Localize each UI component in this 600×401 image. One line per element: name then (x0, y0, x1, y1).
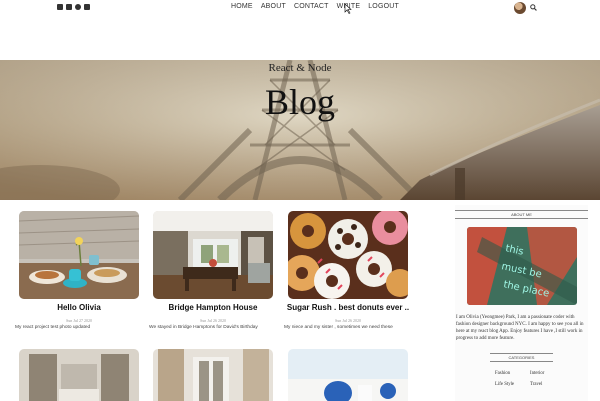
post-date: Sun Jul 26 2020 (335, 318, 361, 323)
post-image-bedroom[interactable] (19, 349, 139, 401)
nav-home[interactable]: HOME (231, 3, 253, 10)
post-title[interactable]: Bridge Hampton House (141, 303, 285, 312)
avatar[interactable] (514, 2, 526, 14)
categories-title: CATEGORIES (490, 353, 553, 362)
nav-contact[interactable]: CONTACT (294, 3, 329, 10)
social-icons (57, 4, 90, 10)
category-interior[interactable]: Interior (530, 371, 565, 376)
mouse-cursor-icon (344, 4, 352, 14)
post-image-house[interactable] (153, 211, 273, 299)
category-travel[interactable]: Travel (530, 382, 565, 387)
category-fashion[interactable]: Fashion (495, 371, 530, 376)
sidebar: ABOUT ME this must be the place I am Oli… (455, 205, 588, 401)
post-card[interactable] (19, 349, 139, 401)
top-navbar: HOME ABOUT CONTACT WRITE LOGOUT (0, 0, 600, 16)
post-image-interior[interactable] (153, 349, 273, 401)
post-date: Sun Jul 27 2020 (66, 318, 92, 323)
categories-list: Fashion Interior Life Style Travel (495, 371, 565, 387)
main-nav: HOME ABOUT CONTACT WRITE LOGOUT (231, 3, 399, 10)
about-me-text: I am Olivia (Yeongmee) Park, I am a pass… (456, 315, 584, 341)
about-me-title: ABOUT ME (455, 210, 588, 219)
neon-sign-image: this must be the place (467, 227, 577, 305)
post-card[interactable]: Hello Olivia Sun Jul 27 2020 My react pr… (15, 211, 139, 330)
post-card[interactable] (153, 349, 273, 401)
header-hero: React & Node Blog (0, 60, 600, 200)
pinterest-icon[interactable] (75, 4, 81, 10)
post-card[interactable]: Sugar Rush . best donuts ever .. Sun Jul… (284, 211, 409, 330)
post-description: We stayed in Bridge Hamptons for David's… (149, 325, 258, 330)
post-date: Sun Jul 26 2020 (200, 318, 226, 323)
nav-about[interactable]: ABOUT (261, 3, 286, 10)
post-title[interactable]: Sugar Rush . best donuts ever .. (276, 303, 420, 312)
post-card[interactable] (288, 349, 408, 401)
facebook-icon[interactable] (57, 4, 63, 10)
search-icon[interactable] (530, 4, 537, 11)
post-card[interactable]: Bridge Hampton House Sun Jul 26 2020 We … (149, 211, 273, 330)
post-image-santorini[interactable] (288, 349, 408, 401)
instagram-icon[interactable] (84, 4, 90, 10)
post-image-tea[interactable] (19, 211, 139, 299)
post-description: My niece and my sister , sometimes we ne… (284, 325, 393, 330)
post-title[interactable]: Hello Olivia (7, 303, 151, 312)
header-subtitle: React & Node (268, 62, 332, 74)
twitter-icon[interactable] (66, 4, 72, 10)
post-image-donuts[interactable] (288, 211, 408, 299)
post-description: My react project test photo updated (15, 325, 91, 330)
category-life-style[interactable]: Life Style (495, 382, 530, 387)
header-title: Blog (264, 82, 335, 122)
nav-logout[interactable]: LOGOUT (368, 3, 399, 10)
